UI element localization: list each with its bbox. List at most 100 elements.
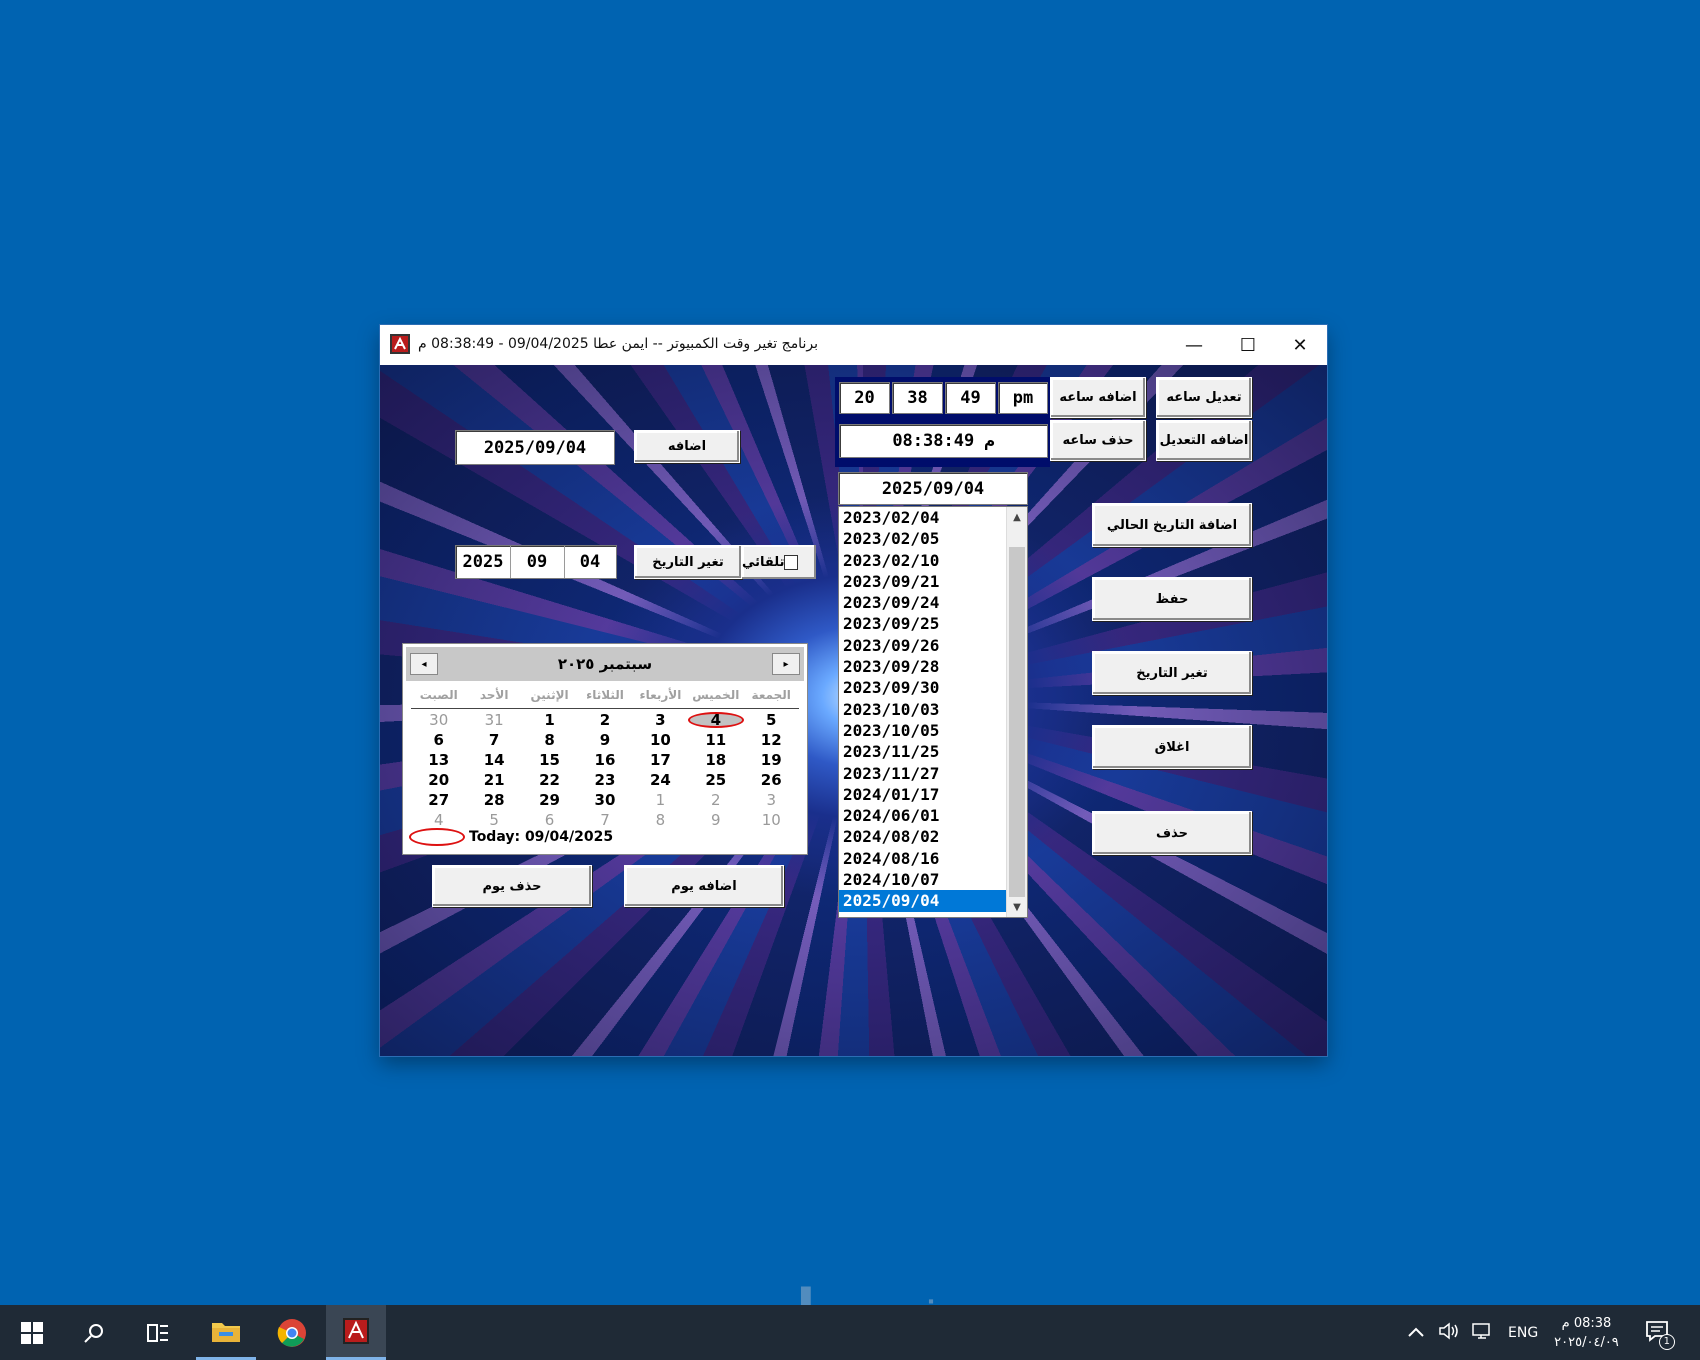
calendar-day[interactable]: 14 xyxy=(466,750,521,770)
calendar-today-link[interactable]: Today: 09/04/2025 xyxy=(409,828,613,846)
calendar-day[interactable]: 5 xyxy=(744,710,799,730)
calendar-month-title[interactable]: سبتمبر ٢٠٢٥ xyxy=(406,655,804,673)
calendar-day[interactable]: 6 xyxy=(522,810,577,830)
second-field[interactable]: 49 xyxy=(945,382,996,414)
list-item[interactable]: 2023/09/21 xyxy=(839,571,1027,592)
calendar-day[interactable]: 15 xyxy=(522,750,577,770)
calendar-day[interactable]: 30 xyxy=(411,710,466,730)
maximize-button[interactable]: ☐ xyxy=(1221,325,1275,365)
list-item[interactable]: 2025/09/04 xyxy=(839,890,1027,912)
calendar-day[interactable]: 12 xyxy=(744,730,799,750)
chevron-up-icon[interactable] xyxy=(1408,1325,1424,1341)
calendar-day[interactable]: 16 xyxy=(577,750,632,770)
calendar-day[interactable]: 4 xyxy=(411,810,466,830)
calendar-day[interactable]: 10 xyxy=(633,730,688,750)
title-bar[interactable]: برنامج تغير وقت الكمبيوتر -- ايمن عطا 09… xyxy=(380,325,1327,365)
minimize-button[interactable]: — xyxy=(1167,325,1221,365)
calendar-day[interactable]: 10 xyxy=(744,810,799,830)
list-item[interactable]: 2024/06/01 xyxy=(839,805,1027,826)
list-item[interactable]: 2023/09/28 xyxy=(839,656,1027,677)
change-date-button-left[interactable]: تغير التاريخ xyxy=(634,545,742,579)
add-button[interactable]: اضافه xyxy=(634,430,740,463)
date-month-segment[interactable]: 09 xyxy=(510,546,565,578)
edit-hour-button[interactable]: تعديل ساعه xyxy=(1156,377,1252,418)
close-app-button[interactable]: اغلاق xyxy=(1092,725,1252,769)
date-display-field[interactable]: 2025/09/04 xyxy=(455,430,615,465)
date-listbox[interactable]: 2023/02/04 2023/02/05 2023/02/10 2023/09/21… xyxy=(838,506,1028,918)
calendar-day[interactable]: 8 xyxy=(522,730,577,750)
date-day-segment[interactable]: 04 xyxy=(564,546,616,578)
calendar-day[interactable]: 30 xyxy=(577,790,632,810)
month-calendar[interactable]: ◂ سبتمبر ٢٠٢٥ ▸ الصبت الأحد الإثنين الثلاثا… xyxy=(402,643,808,855)
file-explorer-button[interactable] xyxy=(196,1305,256,1360)
delete-button[interactable]: حذف xyxy=(1092,811,1252,855)
minute-field[interactable]: 38 xyxy=(892,382,943,414)
remove-hour-button[interactable]: حذف ساعه xyxy=(1050,420,1146,461)
calendar-day[interactable]: 3 xyxy=(744,790,799,810)
calendar-day[interactable]: 3 xyxy=(633,710,688,730)
list-scrollbar[interactable]: ▲ ▼ xyxy=(1006,507,1027,917)
calendar-day[interactable]: 5 xyxy=(466,810,521,830)
calendar-day[interactable]: 7 xyxy=(577,810,632,830)
start-button[interactable] xyxy=(2,1305,62,1360)
list-item[interactable]: 2023/11/25 xyxy=(839,741,1027,762)
hour-field[interactable]: 20 xyxy=(839,382,890,414)
scroll-down-icon[interactable]: ▼ xyxy=(1007,897,1027,917)
calendar-day[interactable]: 27 xyxy=(411,790,466,810)
calendar-day[interactable]: 25 xyxy=(688,770,743,790)
calendar-day[interactable]: 23 xyxy=(577,770,632,790)
chrome-button[interactable] xyxy=(262,1305,322,1360)
calendar-day[interactable]: 20 xyxy=(411,770,466,790)
list-item[interactable]: 2023/09/26 xyxy=(839,635,1027,656)
scroll-up-icon[interactable]: ▲ xyxy=(1007,507,1027,527)
list-item[interactable]: 2023/02/10 xyxy=(839,550,1027,571)
calendar-next-button[interactable]: ▸ xyxy=(772,653,800,675)
list-date-field[interactable]: 2025/09/04 xyxy=(838,472,1028,505)
list-item[interactable]: 2023/09/25 xyxy=(839,613,1027,634)
add-current-date-button[interactable]: اضافة التاريخ الحالي xyxy=(1092,503,1252,547)
calendar-day[interactable]: 1 xyxy=(522,710,577,730)
list-item[interactable]: 2024/01/17 xyxy=(839,784,1027,805)
calendar-day[interactable]: 2 xyxy=(688,790,743,810)
network-icon[interactable] xyxy=(1472,1322,1494,1344)
app-taskbar-button[interactable] xyxy=(326,1305,386,1360)
add-hour-button[interactable]: اضافه ساعه xyxy=(1050,377,1146,418)
calendar-day[interactable]: 7 xyxy=(466,730,521,750)
task-view-button[interactable] xyxy=(128,1305,188,1360)
list-item[interactable]: 2023/10/03 xyxy=(839,699,1027,720)
add-edit-button[interactable]: اضافه التعديل xyxy=(1156,420,1252,461)
calendar-day[interactable]: 22 xyxy=(522,770,577,790)
date-segment-picker[interactable]: 2025 09 04 xyxy=(455,545,617,579)
list-item[interactable]: 2023/02/04 xyxy=(839,507,1027,528)
calendar-day[interactable]: 6 xyxy=(411,730,466,750)
calendar-day[interactable]: 2 xyxy=(577,710,632,730)
list-item[interactable]: 2023/11/27 xyxy=(839,763,1027,784)
calendar-day-today[interactable]: 4 xyxy=(687,710,744,730)
calendar-day[interactable]: 9 xyxy=(688,810,743,830)
calendar-day[interactable]: 21 xyxy=(466,770,521,790)
auto-checkbox-wrap[interactable]: تلقائي xyxy=(742,545,816,579)
calendar-day[interactable]: 19 xyxy=(744,750,799,770)
list-item[interactable]: 2023/10/05 xyxy=(839,720,1027,741)
save-button[interactable]: حفظ xyxy=(1092,577,1252,621)
calendar-day[interactable]: 28 xyxy=(466,790,521,810)
list-item[interactable]: 2024/10/07 xyxy=(839,869,1027,890)
calendar-day[interactable]: 9 xyxy=(577,730,632,750)
list-item[interactable]: 2024/08/16 xyxy=(839,848,1027,869)
remove-day-button[interactable]: حذف يوم xyxy=(432,865,592,907)
list-item[interactable]: 2024/08/02 xyxy=(839,826,1027,847)
calendar-day[interactable]: 18 xyxy=(688,750,743,770)
auto-checkbox[interactable] xyxy=(784,554,798,570)
notification-button[interactable]: 1 xyxy=(1645,1320,1675,1350)
calendar-day[interactable]: 1 xyxy=(633,790,688,810)
calendar-day-grid[interactable]: 30 31 1 2 3 4 5 6 7 8 9 10 11 12 13 14 15 16 17 18 19 20 21 22 2… xyxy=(411,710,799,830)
date-year-segment[interactable]: 2025 xyxy=(456,546,511,578)
volume-icon[interactable] xyxy=(1438,1321,1460,1344)
add-day-button[interactable]: اضافه يوم xyxy=(624,865,784,907)
list-item[interactable]: 2023/09/30 xyxy=(839,677,1027,698)
search-button[interactable] xyxy=(64,1305,124,1360)
calendar-day[interactable]: 11 xyxy=(688,730,743,750)
change-date-button[interactable]: تغير التاريخ xyxy=(1092,651,1252,695)
calendar-day[interactable]: 8 xyxy=(633,810,688,830)
calendar-day[interactable]: 24 xyxy=(633,770,688,790)
